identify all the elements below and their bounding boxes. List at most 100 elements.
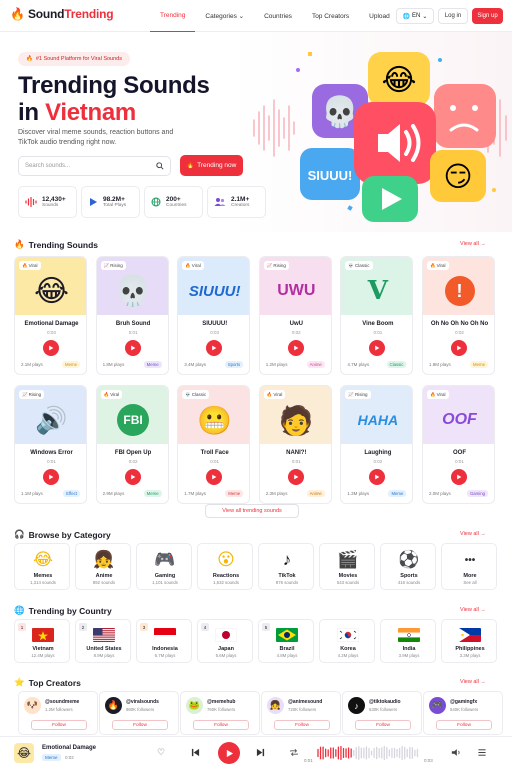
- country-card-id[interactable]: 3 Indonesia 6.7M plays: [136, 619, 192, 663]
- category-card-movies[interactable]: 🎬 Movies 543 sounds: [319, 543, 375, 590]
- play-button[interactable]: [206, 469, 223, 485]
- card-artwork: OOF: [423, 398, 494, 442]
- signup-button[interactable]: Sign up: [472, 8, 503, 24]
- sound-card[interactable]: 😬 💀 Classic Troll Face 0:01 1.7M plays Meme: [177, 385, 251, 504]
- card-status-tag: 📈 Rising: [19, 390, 45, 399]
- play-button[interactable]: [206, 340, 223, 356]
- tag-label: Viral: [191, 263, 201, 268]
- login-button[interactable]: Log in: [438, 8, 468, 24]
- follow-button[interactable]: Follow: [355, 720, 411, 730]
- follow-button[interactable]: Follow: [436, 720, 492, 730]
- flag-kr-icon: [337, 628, 359, 642]
- country-card-kr[interactable]: Korea 4.2M plays: [319, 619, 375, 663]
- stats-row: 12,430+ Sounds 98.2M+ Total Plays 200+ Coun…: [18, 186, 266, 218]
- creator-card[interactable]: 🐸 @memehub 760K followers Follow: [180, 691, 260, 735]
- sound-card[interactable]: OOF 🔥 Viral OOF 0:01 2.0M plays Gaming: [422, 385, 495, 504]
- nav-top-creators[interactable]: Top Creators: [302, 0, 359, 32]
- category-card-more[interactable]: ••• More See all: [441, 543, 497, 590]
- country-card-jp[interactable]: 4 Japan 5.6M plays: [197, 619, 253, 663]
- country-card-ph[interactable]: Philippines 3.3M plays: [441, 619, 497, 663]
- sound-card[interactable]: 💀 📈 Rising Bruh Sound 0:01 1.8M plays Meme: [95, 256, 169, 375]
- nav-countries[interactable]: Countries: [254, 0, 302, 32]
- sound-card[interactable]: HAHA 📈 Rising Laughing 0:02 1.3M plays Meme: [340, 385, 414, 504]
- search-input[interactable]: Search sounds...: [18, 156, 171, 176]
- category-card-anime[interactable]: 👧 Anime 892 sounds: [75, 543, 131, 590]
- play-button[interactable]: [287, 340, 304, 356]
- play-button[interactable]: [43, 340, 59, 356]
- previous-icon[interactable]: [191, 748, 200, 757]
- play-button[interactable]: [369, 469, 386, 485]
- country-name: India: [402, 646, 416, 652]
- nav-categories[interactable]: Categories ⌄: [195, 0, 254, 32]
- category-count: 1,101 sounds: [152, 580, 178, 585]
- stat-countries: 200+ Countries: [144, 186, 203, 218]
- sound-card[interactable]: SIUUU! 🔥 Viral SIUUUU! 0:03 3.4M plays Sports: [177, 256, 251, 375]
- category-card-reactions[interactable]: 😮 Reactions 1,632 sounds: [197, 543, 253, 590]
- country-highlight: Vietnam: [45, 99, 136, 126]
- trending-view-all-link[interactable]: View all →: [460, 241, 486, 247]
- play-button[interactable]: [451, 340, 467, 356]
- creator-card[interactable]: 🎮 @gamingfx 540K followers Follow: [423, 691, 503, 735]
- creators-view-all-link[interactable]: View all →: [460, 679, 486, 685]
- volume-icon[interactable]: [451, 748, 461, 757]
- creator-card[interactable]: 🔥 @viralsounds 980K followers Follow: [99, 691, 179, 735]
- sound-card[interactable]: UWU 📈 Rising UwU 0:02 1.2M plays Anime: [258, 256, 332, 375]
- player-duration: 0:02: [65, 755, 74, 760]
- play-button[interactable]: [369, 340, 386, 356]
- country-card-vn[interactable]: 1 Vietnam 12.4M plays: [14, 619, 70, 663]
- play-pause-button[interactable]: [218, 742, 240, 764]
- next-icon[interactable]: [256, 748, 265, 757]
- nav-trending[interactable]: Trending: [150, 0, 196, 32]
- view-all-trending-button[interactable]: View all trending sounds: [205, 504, 299, 518]
- follow-button[interactable]: Follow: [193, 720, 249, 730]
- repeat-icon[interactable]: [289, 748, 299, 757]
- category-view-all-link[interactable]: View all →: [460, 531, 486, 537]
- play-button[interactable]: [43, 469, 59, 485]
- trending-now-button[interactable]: 🔥 Trending now: [180, 155, 243, 176]
- follow-button[interactable]: Follow: [274, 720, 330, 730]
- category-count: 1,314 sounds: [30, 580, 56, 585]
- tile-siuuu: SIUUU!: [300, 148, 360, 200]
- card-art-label: !: [444, 276, 475, 306]
- category-card-gaming[interactable]: 🎮 Gaming 1,101 sounds: [136, 543, 192, 590]
- creator-card[interactable]: 🐶 @soundmeme 1.2M followers Follow: [18, 691, 98, 735]
- country-view-all-link[interactable]: View all →: [460, 607, 486, 613]
- country-name: United States: [86, 646, 122, 652]
- play-button[interactable]: [287, 469, 304, 485]
- play-button[interactable]: [124, 340, 141, 356]
- country-rank: 4: [201, 623, 209, 631]
- play-count: 2.0M plays: [429, 491, 451, 496]
- country-card-in[interactable]: India 3.9M plays: [380, 619, 436, 663]
- country-plays: 3.3M plays: [459, 653, 481, 658]
- nav-upload[interactable]: Upload: [359, 0, 400, 32]
- country-plays: 12.4M plays: [31, 653, 55, 658]
- creator-card[interactable]: 👧 @animesound 720K followers Follow: [261, 691, 341, 735]
- language-selector[interactable]: 🌐 EN ⌄: [396, 8, 434, 24]
- sound-card[interactable]: 🔊 📈 Rising Windows Error 0:01 1.1M plays Effec…: [14, 385, 87, 504]
- category-card-memes[interactable]: 😂 Memes 1,314 sounds: [14, 543, 70, 590]
- sound-card[interactable]: ! 🔥 Viral Oh No Oh No Oh No 0:02 1.8M plays Me…: [422, 256, 495, 375]
- queue-list-icon[interactable]: [477, 748, 487, 757]
- follow-button[interactable]: Follow: [31, 720, 87, 730]
- country-name: Korea: [340, 646, 356, 652]
- country-card-us[interactable]: 2 United States 8.9M plays: [75, 619, 131, 663]
- category-card-sports[interactable]: ⚽ Sports 416 sounds: [380, 543, 436, 590]
- country-card-br[interactable]: 5 Brazil 4.8M plays: [258, 619, 314, 663]
- rising-icon: 📈: [266, 262, 273, 268]
- progress-waveform[interactable]: [316, 745, 420, 761]
- creator-card[interactable]: ♪ @tiktokaudio 630K followers Follow: [342, 691, 422, 735]
- sound-card[interactable]: 😂 🔥 Viral Emotional Damage 0:03 2.1M plays Mem…: [14, 256, 87, 375]
- category-card-tiktok[interactable]: ♪ TikTok 876 sounds: [258, 543, 314, 590]
- logo[interactable]: 🔥 SoundTrending: [10, 7, 114, 21]
- play-button[interactable]: [451, 469, 467, 485]
- sound-card[interactable]: 🧑 🔥 Viral NANI?! 0:01 2.3M plays Anime: [258, 385, 332, 504]
- classic-icon: 💀: [348, 262, 354, 268]
- follow-button[interactable]: Follow: [112, 720, 168, 730]
- memes-category-icon: 😂: [15, 550, 71, 570]
- reactions-category-icon: 😮: [198, 550, 254, 570]
- sound-card[interactable]: FBI 🔥 Viral FBI Open Up 0:02 2.9M plays Meme: [95, 385, 169, 504]
- sound-card[interactable]: V 💀 Classic Vine Boom 0:01 4.7M plays Classic: [340, 256, 414, 375]
- like-icon[interactable]: ♡: [157, 747, 165, 758]
- sound-duration: 0:03: [210, 330, 220, 335]
- play-button[interactable]: [124, 469, 141, 485]
